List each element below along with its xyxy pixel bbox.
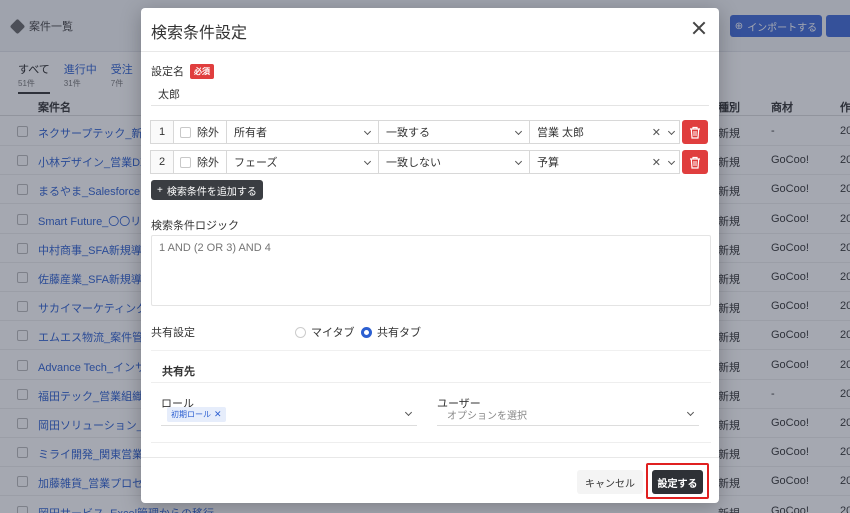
- chevron-down-icon: [686, 408, 695, 417]
- chevron-down-icon: [667, 127, 676, 136]
- share-setting-label: 共有設定: [151, 327, 195, 339]
- required-badge: 必須: [190, 64, 214, 79]
- plus-icon: +: [157, 184, 163, 196]
- dialog-title: 検索条件設定: [151, 25, 248, 42]
- trash-icon: [690, 156, 700, 169]
- setting-name-label: 設定名 必須: [151, 63, 214, 79]
- field-select[interactable]: 所有者: [227, 120, 379, 144]
- share-target-title: 共有先: [162, 366, 195, 378]
- exclude-toggle[interactable]: 除外: [174, 150, 227, 174]
- delete-condition-button[interactable]: [682, 150, 708, 174]
- field-select[interactable]: フェーズ: [227, 150, 379, 174]
- radio-icon: [295, 326, 306, 338]
- condition-index: 2: [150, 150, 174, 174]
- chevron-down-icon: [404, 408, 413, 417]
- share-target-section: 共有先 ロール ユーザー 初期ロール ✕ オプションを選択: [151, 350, 711, 460]
- operator-select[interactable]: 一致する: [379, 120, 530, 144]
- radio-my-tab[interactable]: マイタブ: [295, 324, 355, 340]
- clear-icon[interactable]: ✕: [652, 126, 661, 139]
- condition-row: 2 除外 フェーズ 一致しない 予算 ✕: [150, 150, 708, 174]
- logic-textarea[interactable]: [151, 235, 711, 306]
- role-select[interactable]: 初期ロール ✕: [161, 404, 417, 426]
- logic-label: 検索条件ロジック: [151, 220, 239, 232]
- dialog-footer: キャンセル 設定する: [141, 457, 719, 503]
- chevron-down-icon: [363, 157, 372, 166]
- delete-condition-button[interactable]: [682, 120, 708, 144]
- cancel-button[interactable]: キャンセル: [577, 470, 643, 494]
- search-condition-dialog: 検索条件設定 設定名必須 1 除外 所有者 一致する 営業 太郎 ✕ 2: [141, 8, 719, 503]
- trash-icon: [690, 126, 700, 139]
- exclude-checkbox[interactable]: [180, 156, 191, 168]
- submit-button[interactable]: 設定する: [652, 470, 703, 494]
- setting-name-input[interactable]: [151, 82, 709, 106]
- operator-select[interactable]: 一致しない: [379, 150, 530, 174]
- condition-row: 1 除外 所有者 一致する 営業 太郎 ✕: [150, 120, 708, 144]
- close-icon[interactable]: [691, 20, 707, 36]
- user-select[interactable]: オプションを選択: [437, 404, 699, 426]
- value-select[interactable]: 営業 太郎 ✕: [530, 120, 680, 144]
- chevron-down-icon: [514, 127, 523, 136]
- chevron-down-icon: [514, 157, 523, 166]
- exclude-toggle[interactable]: 除外: [174, 120, 227, 144]
- exclude-checkbox[interactable]: [180, 126, 191, 138]
- remove-chip-icon[interactable]: ✕: [214, 409, 222, 420]
- chevron-down-icon: [667, 157, 676, 166]
- clear-icon[interactable]: ✕: [652, 156, 661, 169]
- condition-index: 1: [150, 120, 174, 144]
- value-select[interactable]: 予算 ✕: [530, 150, 680, 174]
- chevron-down-icon: [363, 127, 372, 136]
- radio-selected-icon: [361, 326, 372, 338]
- role-chip: 初期ロール ✕: [167, 407, 226, 422]
- dialog-header: 検索条件設定: [141, 8, 719, 52]
- add-condition-button[interactable]: + 検索条件を追加する: [151, 180, 263, 200]
- radio-shared-tab[interactable]: 共有タブ: [361, 324, 421, 340]
